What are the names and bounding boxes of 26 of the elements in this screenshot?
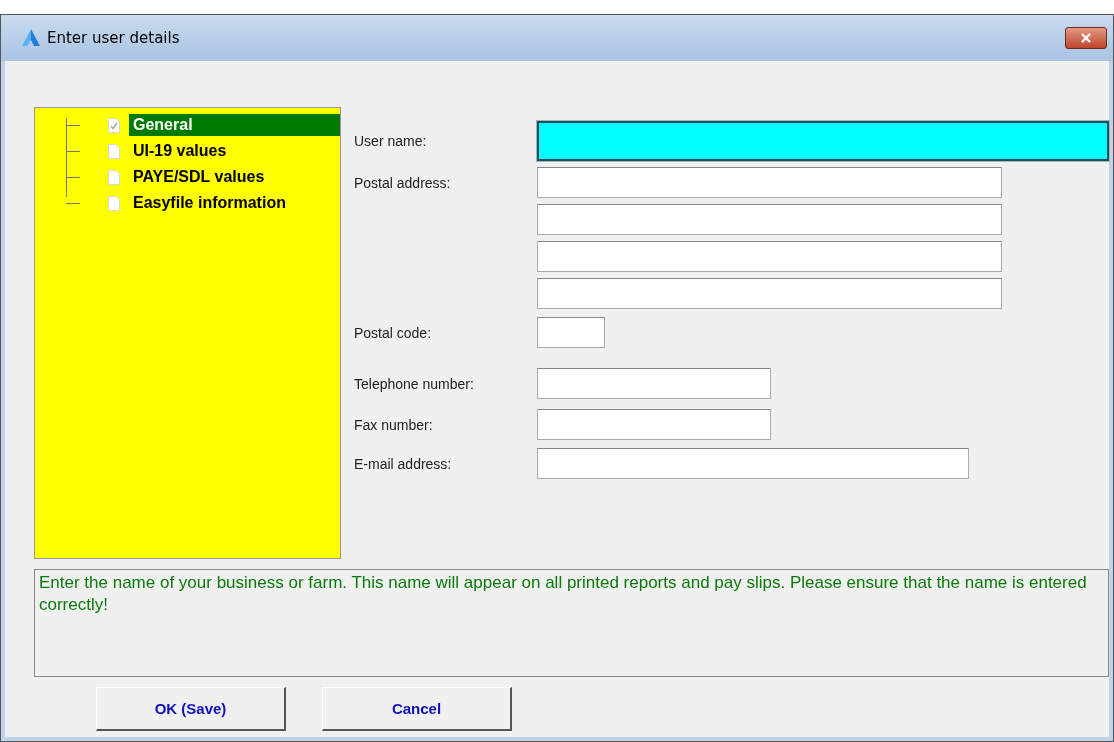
- help-text: Enter the name of your business or farm. This name will appear on all printed reports and pay slips. Please ensure that the name is entered correctly!: [34, 569, 1109, 677]
- tree-item[interactable]: UI-19 values: [129, 140, 340, 162]
- tree-item[interactable]: Easyfile information: [129, 192, 340, 214]
- field-label: Fax number:: [354, 416, 434, 433]
- tree-item[interactable]: General: [129, 114, 340, 136]
- dialog-button[interactable]: Cancel: [322, 687, 512, 731]
- field-label: User name:: [354, 133, 428, 149]
- close-button[interactable]: [1065, 27, 1107, 49]
- input-field[interactable]: [537, 409, 771, 440]
- input-field[interactable]: [537, 204, 1002, 235]
- close-icon: [1080, 33, 1092, 43]
- field-label: Postal code:: [354, 324, 433, 341]
- input-field[interactable]: [537, 368, 771, 399]
- app-logo-icon: [21, 28, 41, 48]
- input-field[interactable]: [537, 448, 969, 479]
- input-field[interactable]: [537, 278, 1002, 309]
- input-field[interactable]: [537, 241, 1002, 272]
- tree-item[interactable]: PAYE/SDL values: [129, 166, 340, 188]
- field-label: E-mail address:: [354, 455, 453, 472]
- dialog-button[interactable]: OK (Save): [96, 687, 286, 731]
- field-label: Telephone number:: [354, 375, 475, 392]
- field-label: Postal address:: [354, 174, 452, 191]
- input-field[interactable]: [537, 317, 605, 348]
- input-field[interactable]: [537, 167, 1002, 198]
- window-title: Enter user details: [47, 29, 181, 47]
- input-field[interactable]: [537, 121, 1109, 161]
